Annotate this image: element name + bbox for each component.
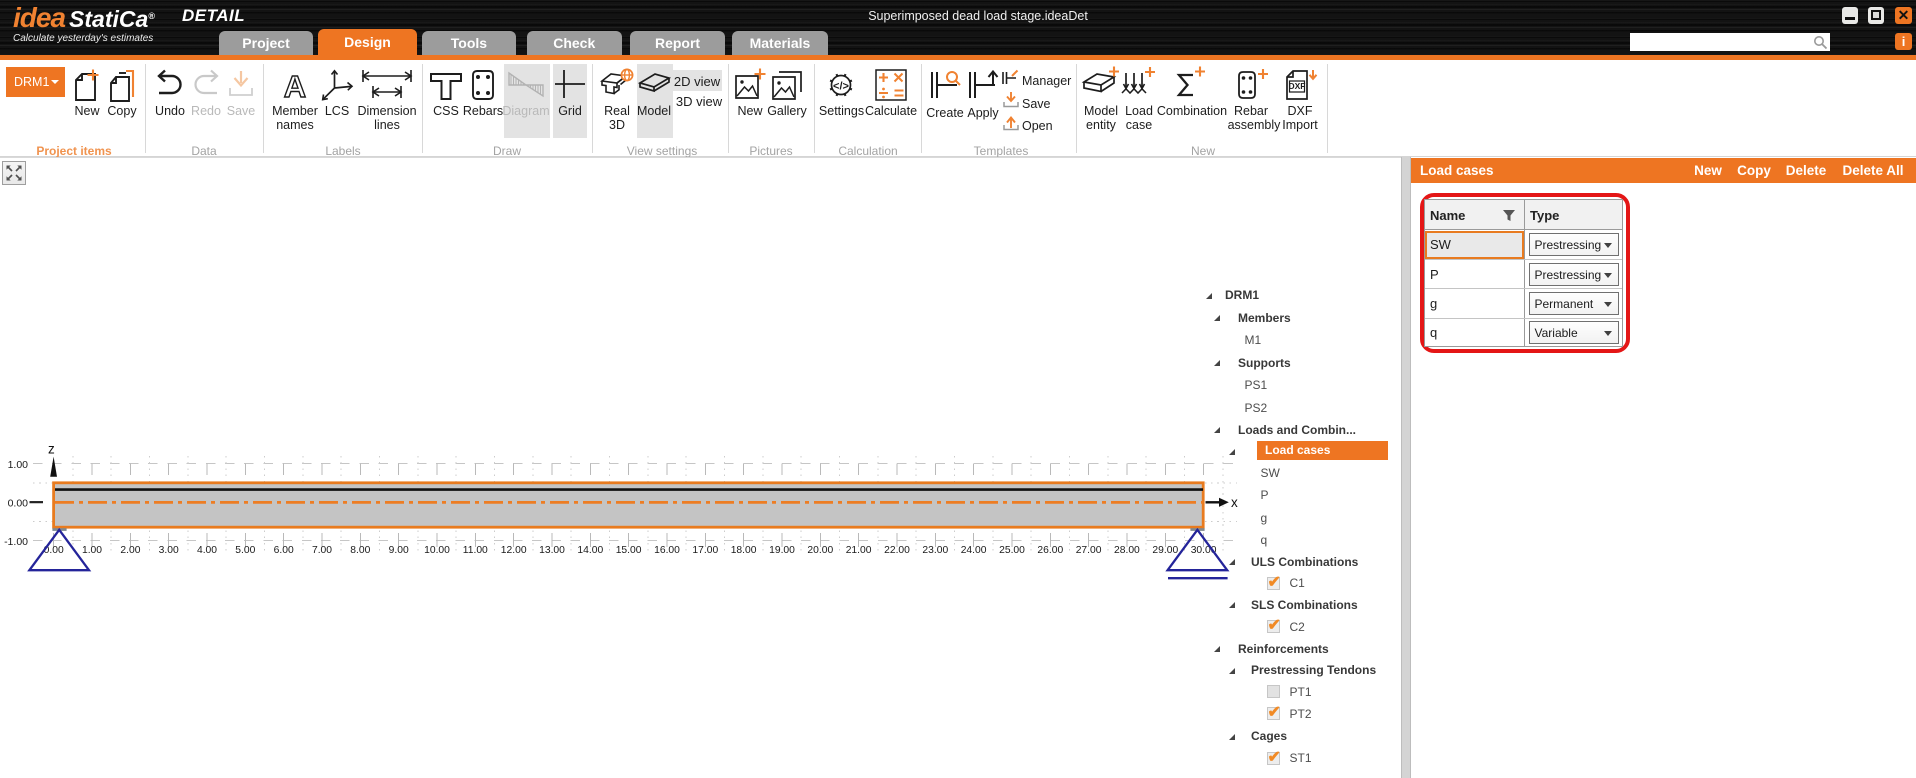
svg-text:7.00: 7.00 <box>312 545 332 556</box>
svg-text:</>: </> <box>833 81 849 93</box>
svg-text:14.00: 14.00 <box>577 545 603 556</box>
svg-text:4.00: 4.00 <box>197 545 217 556</box>
svg-text:-1.00: -1.00 <box>4 536 28 548</box>
svg-text:15.00: 15.00 <box>616 545 642 556</box>
svg-text:22.00: 22.00 <box>884 545 910 556</box>
svg-text:2.00: 2.00 <box>120 545 140 556</box>
svg-text:17.00: 17.00 <box>692 545 718 556</box>
svg-text:6.00: 6.00 <box>274 545 294 556</box>
svg-text:13.00: 13.00 <box>539 545 565 556</box>
svg-text:9.00: 9.00 <box>389 545 409 556</box>
svg-text:11.00: 11.00 <box>463 545 488 556</box>
svg-text:26.00: 26.00 <box>1037 545 1063 556</box>
svg-text:z: z <box>48 442 55 457</box>
svg-text:1.00: 1.00 <box>8 459 29 471</box>
svg-text:21.00: 21.00 <box>846 545 872 556</box>
svg-text:27.00: 27.00 <box>1076 545 1102 556</box>
svg-text:16.00: 16.00 <box>654 545 680 556</box>
svg-text:1.00: 1.00 <box>82 545 102 556</box>
svg-text:DXF: DXF <box>1289 81 1306 91</box>
svg-text:23.00: 23.00 <box>922 545 948 556</box>
svg-text:19.00: 19.00 <box>769 545 795 556</box>
svg-text:20.00: 20.00 <box>807 545 833 556</box>
svg-text:5.00: 5.00 <box>235 545 255 556</box>
svg-text:29.00: 29.00 <box>1152 545 1178 556</box>
svg-text:10.00: 10.00 <box>424 545 450 556</box>
svg-text:28.00: 28.00 <box>1114 545 1140 556</box>
svg-text:12.00: 12.00 <box>501 545 527 556</box>
svg-text:18.00: 18.00 <box>731 545 757 556</box>
svg-text:3.00: 3.00 <box>159 545 179 556</box>
svg-text:0.00: 0.00 <box>8 497 29 509</box>
svg-text:x: x <box>1231 495 1238 510</box>
svg-text:8.00: 8.00 <box>350 545 370 556</box>
svg-text:24.00: 24.00 <box>961 545 987 556</box>
svg-text:A: A <box>284 69 306 104</box>
svg-text:25.00: 25.00 <box>999 545 1025 556</box>
